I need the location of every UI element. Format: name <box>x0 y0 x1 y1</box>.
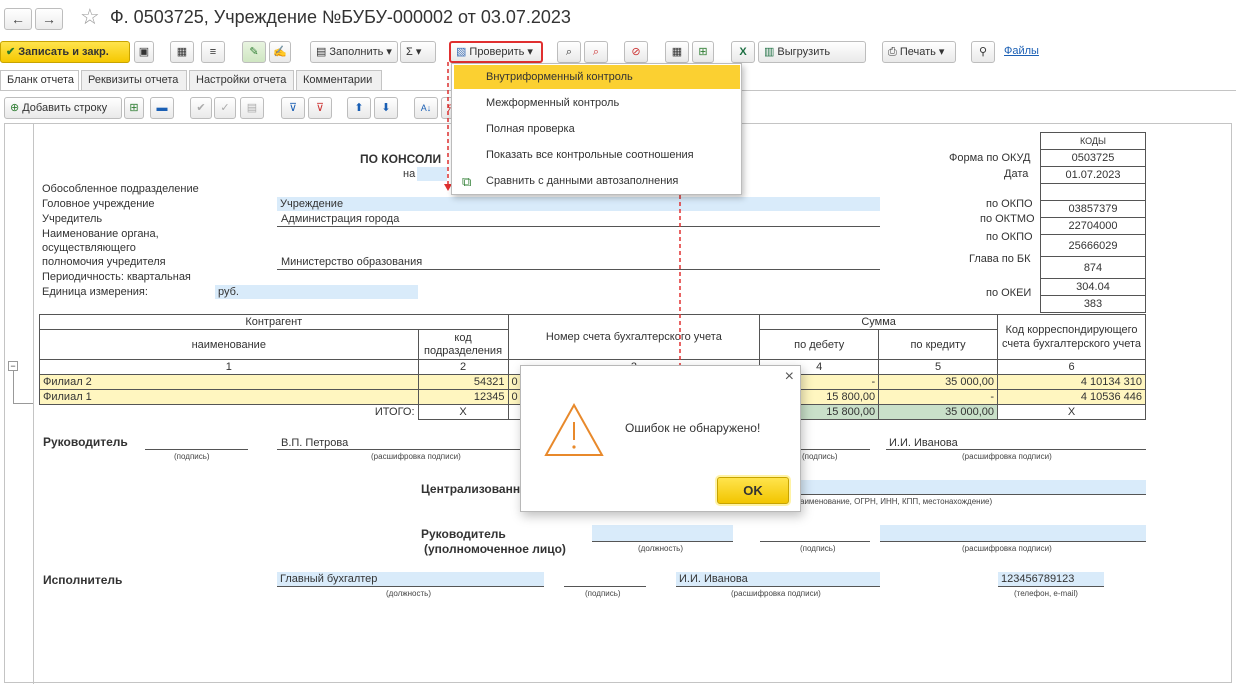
check-dropdown-menu: Внутриформенный контроль Межформенный ко… <box>451 63 742 195</box>
menu-item-interform-control[interactable]: Межформенный контроль <box>454 91 740 115</box>
menu-item-compare-autofill[interactable]: Сравнить с данными автозаполнения <box>454 169 740 193</box>
close-icon[interactable]: × <box>785 368 794 386</box>
result-dialog: × Ошибок не обнаружено! OK <box>520 365 801 512</box>
ok-button[interactable]: OK <box>717 477 789 504</box>
menu-item-show-ratios[interactable]: Показать все контрольные соотношения <box>454 143 740 167</box>
warning-icon <box>544 402 604 456</box>
menu-item-intraform-control[interactable]: Внутриформенный контроль <box>454 65 740 89</box>
compare-icon: ⧉ <box>462 174 472 189</box>
dialog-message: Ошибок не обнаружено! <box>625 421 761 435</box>
menu-item-full-check[interactable]: Полная проверка <box>454 117 740 141</box>
